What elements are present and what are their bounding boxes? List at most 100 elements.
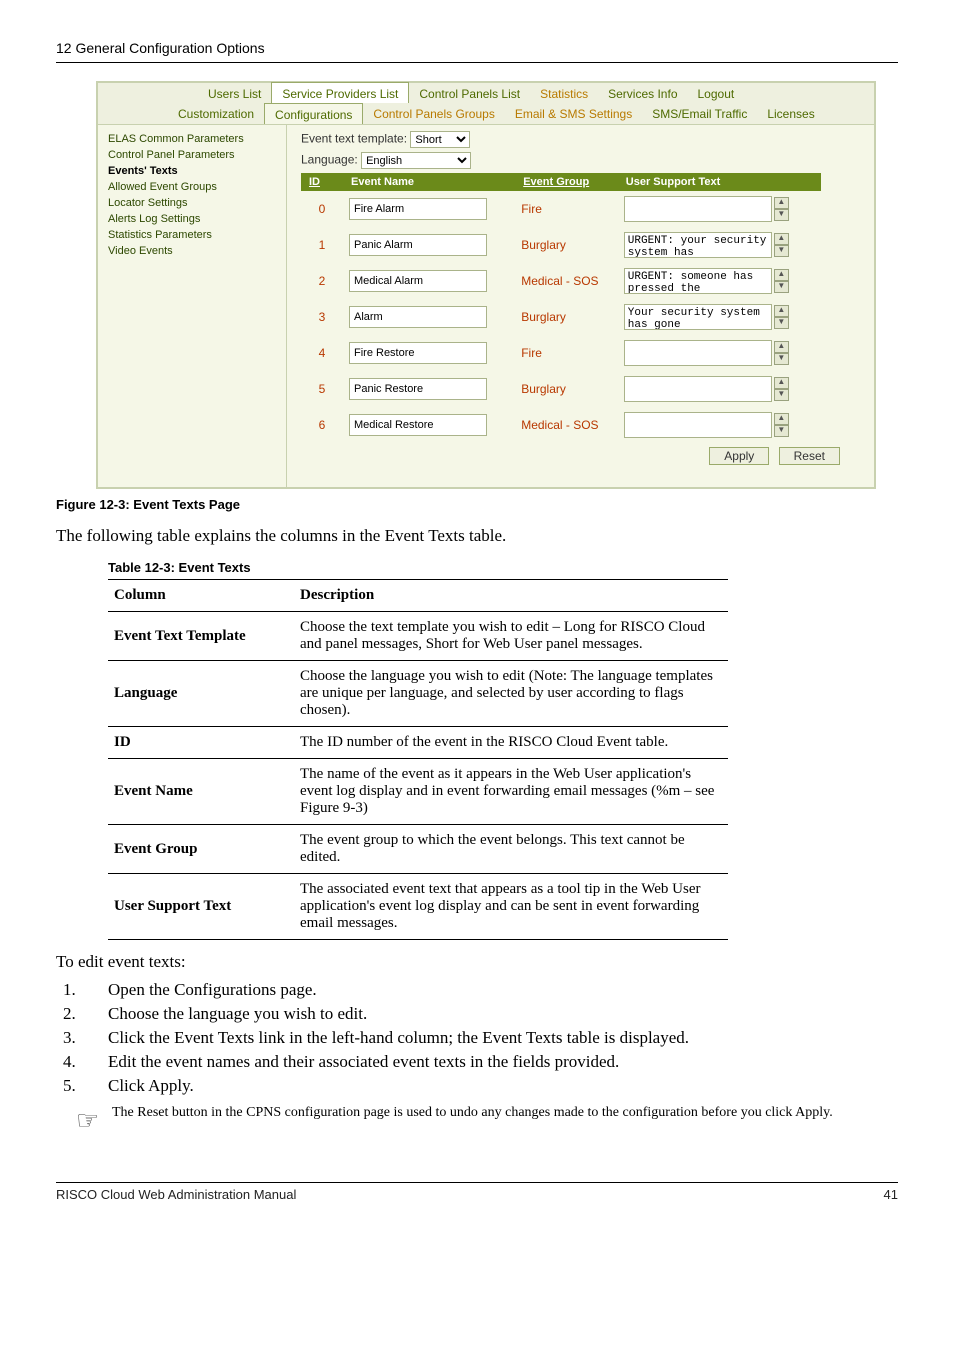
support-text-field[interactable] (624, 376, 772, 402)
doc-table-row: LanguageChoose the language you wish to … (108, 661, 728, 727)
event-group: Medical - SOS (521, 418, 598, 432)
col-user-support: User Support Text (618, 173, 821, 191)
doc-col-column: Column (108, 580, 294, 612)
row-id: 5 (301, 371, 343, 407)
tab-services-info[interactable]: Services Info (598, 83, 687, 103)
event-group: Fire (521, 202, 542, 216)
tab-licenses[interactable]: Licenses (757, 103, 824, 124)
spin-buttons[interactable]: ▲▼ (774, 377, 789, 401)
steps-heading: To edit event texts: (56, 952, 898, 972)
apply-button[interactable]: Apply (709, 447, 769, 465)
doc-col-desc: The ID number of the event in the RISCO … (294, 727, 728, 759)
support-text-field[interactable] (624, 412, 772, 438)
event-group: Burglary (521, 382, 566, 396)
table-row: 1BurglaryURGENT: your security system ha… (301, 227, 821, 263)
doc-col-name: User Support Text (108, 874, 294, 940)
table-row: 4 Fire ▲▼ (301, 335, 821, 371)
doc-col-desc: The name of the event as it appears in t… (294, 759, 728, 825)
table-row: 3 Burglary Your security system has gone▲▼ (301, 299, 821, 335)
screenshot-figure: Users List Service Providers List Contro… (96, 81, 876, 487)
doc-table-row: IDThe ID number of the event in the RISC… (108, 727, 728, 759)
step-item: Click the Event Texts link in the left-h… (80, 1026, 898, 1050)
row-id: 2 (301, 263, 343, 299)
event-name-input[interactable] (349, 342, 487, 364)
step-item: Open the Configurations page. (80, 978, 898, 1002)
spin-buttons[interactable]: ▲▼ (774, 305, 789, 329)
event-text-template-label: Event text template: (301, 132, 407, 146)
col-event-group[interactable]: Event Group (515, 173, 618, 191)
sidebar-item[interactable]: ELAS Common Parameters (98, 131, 286, 147)
support-text-field[interactable]: URGENT: someone has pressed the (624, 268, 772, 294)
tab-control-panels-list[interactable]: Control Panels List (409, 83, 530, 103)
support-text-field[interactable] (624, 340, 772, 366)
row-id: 0 (301, 191, 343, 227)
tab-statistics[interactable]: Statistics (530, 83, 598, 103)
doc-col-desc: Choose the text template you wish to edi… (294, 612, 728, 661)
tab-logout[interactable]: Logout (688, 83, 745, 103)
reset-button[interactable]: Reset (779, 447, 840, 465)
page-header: 12 General Configuration Options (56, 40, 898, 63)
doc-table: Column Description Event Text TemplateCh… (108, 579, 728, 940)
doc-table-row: Event Text TemplateChoose the text templ… (108, 612, 728, 661)
spin-buttons[interactable]: ▲▼ (774, 341, 789, 365)
note-icon: ☞ (76, 1104, 112, 1136)
support-text-field[interactable]: URGENT: your security system has (624, 232, 772, 258)
event-name-input[interactable] (349, 414, 487, 436)
event-group: Medical - SOS (521, 274, 598, 288)
sidebar-item[interactable]: Alerts Log Settings (98, 211, 286, 227)
sidebar-item[interactable]: Allowed Event Groups (98, 179, 286, 195)
step-item: Choose the language you wish to edit. (80, 1002, 898, 1026)
tab-users-list[interactable]: Users List (198, 83, 271, 103)
doc-col-description: Description (294, 580, 728, 612)
sidebar-item[interactable]: Events' Texts (98, 163, 286, 179)
spin-buttons[interactable]: ▲▼ (774, 269, 789, 293)
spin-buttons[interactable]: ▲▼ (774, 197, 789, 221)
event-name-input[interactable] (349, 198, 487, 220)
doc-col-desc: The event group to which the event belon… (294, 825, 728, 874)
intro-text: The following table explains the columns… (56, 526, 898, 546)
table-row: 6 Medical - SOS ▲▼ (301, 407, 821, 443)
tab-control-panels-groups[interactable]: Control Panels Groups (363, 103, 504, 124)
tab-configurations[interactable]: Configurations (264, 103, 363, 124)
event-text-template-select[interactable]: Short (410, 131, 470, 148)
support-text-field[interactable]: Your security system has gone (624, 304, 772, 330)
row-id: 4 (301, 335, 343, 371)
sidebar-item[interactable]: Control Panel Parameters (98, 147, 286, 163)
event-name-input[interactable] (349, 306, 487, 328)
row-id: 3 (301, 299, 343, 335)
doc-table-row: Event NameThe name of the event as it ap… (108, 759, 728, 825)
row-id: 6 (301, 407, 343, 443)
event-texts-table: ID Event Name Event Group User Support T… (301, 173, 821, 443)
tab-email-sms[interactable]: Email & SMS Settings (505, 103, 642, 124)
sidebar-item[interactable]: Statistics Parameters (98, 227, 286, 243)
tab-sms-traffic[interactable]: SMS/Email Traffic (642, 103, 757, 124)
support-text-field[interactable] (624, 196, 772, 222)
table-caption: Table 12-3: Event Texts (108, 560, 898, 575)
table-row: 2 Medical - SOS URGENT: someone has presse… (301, 263, 821, 299)
tab-service-providers[interactable]: Service Providers List (271, 82, 409, 103)
doc-col-name: Event Name (108, 759, 294, 825)
figure-caption: Figure 12-3: Event Texts Page (56, 497, 898, 512)
sidebar-item[interactable]: Video Events (98, 243, 286, 259)
steps-list: Open the Configurations page.Choose the … (56, 978, 898, 1098)
doc-col-name: Event Text Template (108, 612, 294, 661)
step-item: Click Apply. (80, 1074, 898, 1098)
spin-buttons[interactable]: ▲▼ (774, 413, 789, 437)
language-select[interactable]: English (361, 152, 471, 169)
tab-customization[interactable]: Customization (168, 103, 264, 124)
row-id: 1 (301, 227, 343, 263)
event-group: Burglary (521, 310, 566, 324)
event-group: Fire (521, 346, 542, 360)
doc-col-name: Event Group (108, 825, 294, 874)
doc-col-name: ID (108, 727, 294, 759)
footer-page-number: 41 (884, 1187, 898, 1202)
table-row: 0 Fire ▲▼ (301, 191, 821, 227)
table-row: 5 Burglary ▲▼ (301, 371, 821, 407)
event-name-input[interactable] (349, 270, 487, 292)
sidebar-item[interactable]: Locator Settings (98, 195, 286, 211)
event-name-input[interactable] (349, 378, 487, 400)
col-id[interactable]: ID (301, 173, 343, 191)
spin-buttons[interactable]: ▲▼ (774, 233, 789, 257)
event-name-input[interactable] (349, 234, 487, 256)
doc-col-desc: Choose the language you wish to edit (No… (294, 661, 728, 727)
